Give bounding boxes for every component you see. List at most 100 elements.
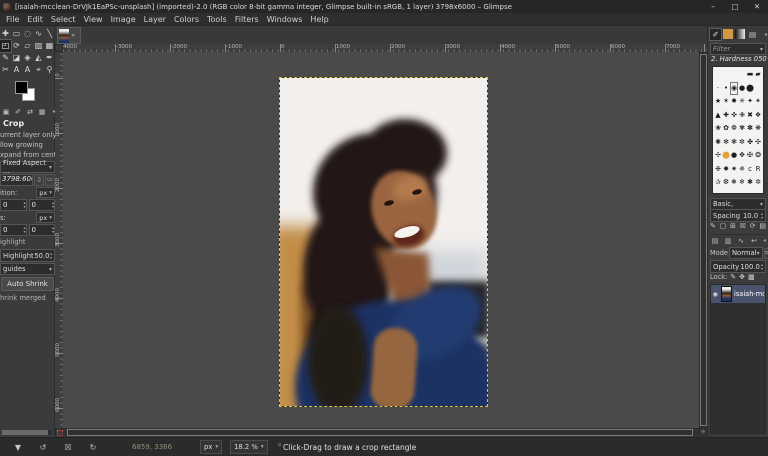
menu-windows[interactable]: Windows xyxy=(263,13,307,26)
brush-item[interactable]: ✻ xyxy=(722,136,730,149)
spin-down-icon[interactable]: ▾ xyxy=(52,205,54,209)
tool-gradient-button[interactable]: ◭ xyxy=(33,52,44,64)
brush-item[interactable]: ✶ xyxy=(722,95,730,108)
auto-shrink-button[interactable]: Auto Shrink xyxy=(1,277,54,291)
allow-growing-checkbox[interactable]: llow growing xyxy=(0,140,55,150)
lock-alpha-icon[interactable]: ▩ xyxy=(748,273,755,281)
brush-item[interactable]: ● xyxy=(730,149,738,162)
layers-tab[interactable]: ▤ xyxy=(710,237,720,245)
tool-free-select-button[interactable]: ∿ xyxy=(33,28,44,40)
undo-history-tab[interactable]: ⇄ xyxy=(25,108,35,116)
tool-pencil-button[interactable]: ✎ xyxy=(0,52,11,64)
unit-dropdown[interactable]: px ▾ xyxy=(200,440,222,454)
refresh-brushes-button[interactable]: ⟳ xyxy=(750,222,756,230)
brush-item[interactable]: ❆ xyxy=(722,176,730,189)
brush-item[interactable]: ⬤ xyxy=(722,149,730,162)
layer-mode-dropdown[interactable]: Normal ▾ xyxy=(729,247,763,259)
brush-item[interactable]: ● xyxy=(738,82,746,95)
menu-layer[interactable]: Layer xyxy=(140,13,170,26)
brush-item[interactable] xyxy=(730,68,738,81)
brush-item[interactable]: ✿ xyxy=(722,122,730,135)
tool-text-button[interactable]: A xyxy=(11,64,22,76)
position-x-spinner[interactable]: 0 ▴▾ xyxy=(0,199,27,211)
restore-tool-preset-button[interactable]: ↺ xyxy=(36,443,50,452)
tool-transform-button[interactable]: ▦ xyxy=(44,40,55,52)
fonts-tab[interactable]: ▤ xyxy=(747,29,758,40)
maximize-button[interactable]: □ xyxy=(724,0,746,13)
brush-item[interactable]: ✲ xyxy=(754,176,762,189)
spin-down-icon[interactable]: ▾ xyxy=(761,216,763,220)
spin-down-icon[interactable]: ▾ xyxy=(23,230,25,234)
tool-perspective-button[interactable]: ▨ xyxy=(33,40,44,52)
layer-row[interactable]: ◉ isaiah-mc xyxy=(711,285,765,303)
menu-filters[interactable]: Filters xyxy=(231,13,263,26)
channels-tab[interactable]: ▥ xyxy=(723,237,733,245)
dock-menu-icon[interactable]: ◂ xyxy=(764,31,767,38)
brush-item[interactable]: ✾ xyxy=(738,122,746,135)
brush-item[interactable]: ✱ xyxy=(746,176,754,189)
aspect-ratio-input[interactable]: 3798:600 xyxy=(0,174,33,186)
photo-image[interactable] xyxy=(280,78,487,406)
current-layer-only-checkbox[interactable]: urrent layer only xyxy=(0,130,55,140)
brush-item[interactable]: ❃ xyxy=(730,136,738,149)
brush-item[interactable]: ▲ xyxy=(714,109,722,122)
brush-item[interactable]: ✳ xyxy=(738,95,746,108)
visibility-eye-icon[interactable]: ◉ xyxy=(712,291,719,298)
paths-tab[interactable]: ∿ xyxy=(736,237,746,245)
shrink-merged-checkbox[interactable]: hrink merged xyxy=(0,293,55,304)
vertical-scrollbar[interactable] xyxy=(699,52,707,428)
brush-item[interactable] xyxy=(754,82,762,95)
brush-spacing-slider[interactable]: Spacing 10.0 ▴▾ xyxy=(710,209,766,222)
menu-tools[interactable]: Tools xyxy=(203,13,231,26)
menu-edit[interactable]: Edit xyxy=(23,13,47,26)
brush-item[interactable]: ✚ xyxy=(722,109,730,122)
brush-item[interactable]: ✙ xyxy=(738,109,746,122)
brush-item[interactable]: c xyxy=(746,163,754,176)
minimize-button[interactable]: – xyxy=(702,0,724,13)
tool-airbrush-button[interactable]: ◈ xyxy=(22,52,33,64)
brush-item[interactable]: ❄ xyxy=(738,176,746,189)
tool-text-edit-button[interactable]: A xyxy=(22,64,33,76)
brush-item[interactable]: ✷ xyxy=(730,163,738,176)
brush-item[interactable]: ✤ xyxy=(746,136,754,149)
brush-item[interactable]: ✵ xyxy=(738,163,746,176)
brush-item[interactable]: ❉ xyxy=(714,163,722,176)
menu-image[interactable]: Image xyxy=(107,13,140,26)
tool-shear-button[interactable]: ▱ xyxy=(22,40,33,52)
horizontal-scrollbar[interactable] xyxy=(63,428,699,436)
gradients-tab[interactable] xyxy=(735,29,745,39)
tool-ellipse-select-button[interactable]: ◌ xyxy=(22,28,33,40)
brushes-tab[interactable]: ✐ xyxy=(710,29,721,40)
brush-item[interactable]: ✣ xyxy=(754,136,762,149)
brush-item[interactable] xyxy=(714,68,722,81)
brush-item[interactable]: ✢ xyxy=(714,149,722,162)
brush-item[interactable]: ✦ xyxy=(746,95,754,108)
brush-item[interactable]: ❖ xyxy=(754,109,762,122)
position-y-spinner[interactable]: 0 ▴▾ xyxy=(29,199,56,211)
spin-down-icon[interactable]: ▾ xyxy=(23,205,25,209)
lock-position-icon[interactable]: ✥ xyxy=(739,273,745,281)
tool-zoom-button[interactable]: ⚲ xyxy=(44,64,55,76)
spin-down-icon[interactable]: ▾ xyxy=(50,256,52,260)
tool-options-tab[interactable]: ▣ xyxy=(1,108,11,116)
brush-item[interactable]: ✰ xyxy=(714,176,722,189)
brush-item[interactable]: ⬤ xyxy=(746,82,754,95)
brush-item[interactable]: ◉ xyxy=(730,82,738,95)
guides-dropdown[interactable]: guides ▾ xyxy=(0,263,55,275)
save-tool-preset-button[interactable]: ▼ xyxy=(11,443,25,452)
menu-file[interactable]: File xyxy=(2,13,23,26)
brush-item[interactable] xyxy=(722,68,730,81)
brush-item[interactable] xyxy=(738,68,746,81)
left-dock-scrollbar[interactable] xyxy=(2,430,52,435)
close-button[interactable]: ✕ xyxy=(746,0,768,13)
duplicate-brush-button[interactable]: ⊞ xyxy=(730,222,736,230)
image-tab[interactable]: ✕ xyxy=(57,27,81,44)
portrait-orientation-button[interactable]: ▯ xyxy=(34,174,44,186)
brush-item[interactable]: ❀ xyxy=(714,122,722,135)
menu-select[interactable]: Select xyxy=(47,13,80,26)
brush-item[interactable]: ❅ xyxy=(730,176,738,189)
brush-item[interactable]: ❁ xyxy=(730,122,738,135)
close-icon[interactable]: ✕ xyxy=(71,33,75,39)
brush-item[interactable]: ✽ xyxy=(746,122,754,135)
zoom-dropdown[interactable]: 18.2 % ▾ xyxy=(230,440,268,454)
